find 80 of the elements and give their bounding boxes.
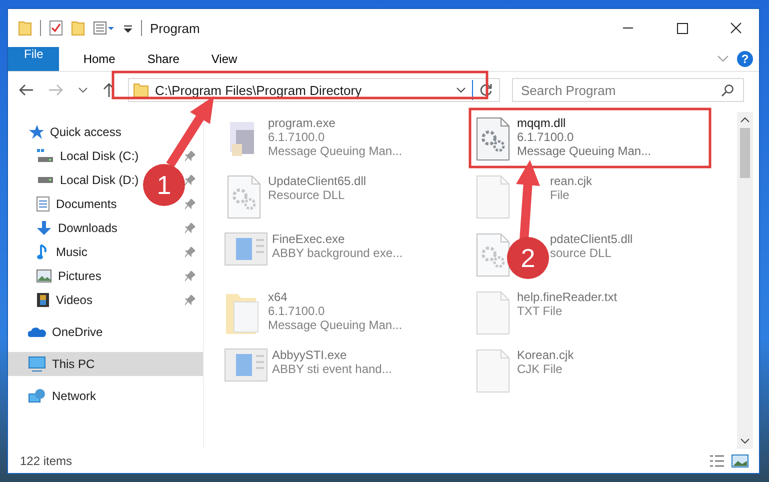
large-icons-view-icon[interactable] bbox=[731, 454, 749, 468]
scroll-down-icon[interactable] bbox=[740, 437, 750, 445]
file-name[interactable]: mqqm.dll bbox=[517, 116, 652, 130]
window-title: Program bbox=[150, 20, 200, 36]
pin-icon[interactable] bbox=[185, 175, 195, 185]
file-detail: File bbox=[550, 188, 570, 202]
refresh-icon[interactable] bbox=[479, 83, 493, 97]
search-icon[interactable] bbox=[721, 84, 734, 97]
view-options-icon[interactable] bbox=[93, 20, 115, 36]
ribbon-tab[interactable]: Home bbox=[69, 47, 130, 71]
file-detail: Message Queuing Man... bbox=[268, 318, 402, 332]
help-button[interactable]: ? bbox=[737, 51, 753, 67]
network-icon bbox=[28, 388, 46, 404]
image-icon bbox=[36, 269, 52, 283]
item-count: 122 items bbox=[20, 454, 72, 468]
pin-icon[interactable] bbox=[185, 247, 195, 257]
sidebar-item[interactable]: Documents bbox=[52, 195, 121, 213]
cloud-icon bbox=[28, 326, 46, 338]
details-view-icon[interactable] bbox=[709, 454, 725, 468]
sidebar-item[interactable]: Videos bbox=[52, 291, 96, 309]
file-name[interactable]: UpdateClient65.dll bbox=[268, 174, 366, 188]
arrow bbox=[166, 96, 214, 168]
dropdown-icon[interactable] bbox=[456, 86, 466, 94]
file-detail: Message Queuing Man... bbox=[517, 144, 652, 158]
ribbon-tab[interactable]: Share bbox=[133, 47, 194, 71]
file-detail: TXT File bbox=[517, 304, 564, 318]
application-window-icon bbox=[224, 232, 268, 266]
monitor-icon bbox=[28, 356, 46, 372]
scrollbar[interactable] bbox=[737, 112, 753, 449]
scroll-thumb[interactable] bbox=[740, 128, 750, 178]
sidebar-item[interactable]: Quick access bbox=[8, 120, 203, 144]
sidebar-item[interactable]: Downloads bbox=[54, 219, 122, 237]
step-badge: 2 bbox=[507, 237, 549, 279]
pin-icon[interactable] bbox=[185, 199, 195, 209]
file-name[interactable]: AbbyySTI.exe bbox=[272, 348, 392, 362]
pin-icon[interactable] bbox=[185, 295, 195, 305]
file-detail: CJK File bbox=[517, 362, 564, 376]
back-arrow-icon[interactable] bbox=[18, 83, 34, 97]
file-name[interactable]: program.exe bbox=[268, 116, 402, 130]
file-detail: Message Queuing Man... bbox=[268, 144, 402, 158]
drive-icon bbox=[36, 148, 54, 164]
sidebar-item[interactable]: Pictures bbox=[54, 267, 106, 285]
star-icon bbox=[28, 124, 44, 140]
recent-locations-icon[interactable] bbox=[78, 86, 88, 94]
file-name[interactable]: rean.cjk bbox=[550, 174, 592, 188]
file-detail: ABBY sti event hand... bbox=[272, 362, 392, 376]
properties-icon[interactable] bbox=[49, 20, 63, 36]
folder-icon bbox=[133, 82, 149, 98]
sidebar-item[interactable]: Local Disk (D:) bbox=[56, 171, 143, 189]
file-menu-button[interactable]: File bbox=[8, 47, 60, 71]
address-field[interactable]: C:\Program Files\Program Directory bbox=[128, 78, 500, 102]
file-name[interactable]: FineExec.exe bbox=[272, 232, 403, 246]
sidebar-item[interactable]: Music bbox=[52, 243, 92, 261]
search-field[interactable]: Search Program bbox=[512, 78, 744, 102]
chevron-down-icon[interactable] bbox=[717, 55, 729, 63]
drive-icon bbox=[36, 176, 54, 184]
file-name[interactable]: pdateClient5.dll bbox=[550, 232, 633, 246]
sidebar-item[interactable]: Network bbox=[8, 384, 203, 408]
sidebar-item[interactable]: This PC bbox=[8, 352, 203, 376]
file-detail: source DLL bbox=[550, 246, 612, 260]
document-icon bbox=[36, 196, 50, 212]
film-icon bbox=[36, 292, 50, 308]
file-detail: 6.1.7100.0 bbox=[517, 130, 575, 144]
file-name[interactable]: x64 bbox=[268, 290, 402, 304]
pin-icon[interactable] bbox=[185, 271, 195, 281]
pin-icon[interactable] bbox=[185, 223, 195, 233]
pin-icon[interactable] bbox=[185, 151, 195, 161]
file-name[interactable]: Korean.cjk bbox=[517, 348, 574, 362]
file-detail: Resource DLL bbox=[268, 188, 346, 202]
file-detail: ABBY background exe... bbox=[272, 246, 403, 260]
file-detail: 6.1.7100.0 bbox=[268, 130, 326, 144]
sidebar-item[interactable]: OneDrive bbox=[8, 320, 203, 344]
file-detail: 6.1.7100.0 bbox=[268, 304, 326, 318]
file-name[interactable]: help.fineReader.txt bbox=[517, 290, 618, 304]
down-arrow-icon bbox=[36, 220, 52, 236]
application-window-icon bbox=[224, 348, 268, 382]
sidebar-item[interactable]: Local Disk (C:) bbox=[56, 147, 143, 165]
ribbon-tab[interactable]: View bbox=[197, 47, 252, 71]
scroll-up-icon[interactable] bbox=[740, 116, 750, 124]
step-badge: 1 bbox=[143, 164, 185, 206]
